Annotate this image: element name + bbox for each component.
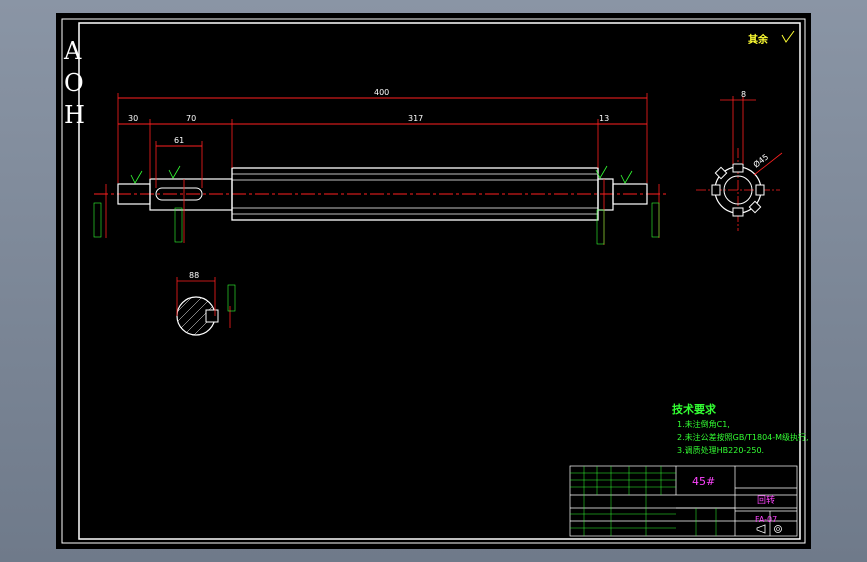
title-block-drawing-no: FA-07 xyxy=(755,515,777,524)
dim-seg1: 30 xyxy=(128,114,138,123)
drawing-canvas[interactable]: A O H 其余 400 30 70 317 13 61 8 Ø45 88 技术… xyxy=(56,13,811,549)
title-block-part-name: 回转 xyxy=(757,494,775,506)
tech-req-line-3: 3.调质处理HB220-250. xyxy=(677,445,764,455)
roughness-tick-icon xyxy=(130,170,143,184)
roughness-symbol-icon xyxy=(781,30,795,43)
dia-label-left xyxy=(93,202,102,238)
dim-key-length: 61 xyxy=(174,136,184,145)
keyway-section-view[interactable]: 88 xyxy=(166,271,236,343)
title-block-material: 45# xyxy=(692,475,715,488)
projection-symbol-icon xyxy=(756,524,782,534)
dim-tail: 8 xyxy=(741,90,746,99)
dim-section-width: 88 xyxy=(189,271,199,280)
tech-req-title: 技术要求 xyxy=(672,402,717,416)
cad-viewport: A O H 其余 400 30 70 317 13 61 8 Ø45 88 技术… xyxy=(0,0,867,562)
dia-label-journal xyxy=(174,207,183,243)
tolerance-label xyxy=(227,284,236,312)
spline-end-view[interactable]: 8 Ø45 xyxy=(696,90,783,231)
dim-seg2: 70 xyxy=(186,114,196,123)
side-code-h: H xyxy=(64,101,85,129)
surface-note: 其余 xyxy=(748,33,769,46)
roughness-tick-icon xyxy=(620,170,633,184)
side-code-o: O xyxy=(64,69,84,97)
drawing-sheet[interactable]: A O H 其余 400 30 70 317 13 61 8 Ø45 88 技术… xyxy=(56,13,811,549)
shaft-front-view[interactable]: 400 30 70 317 13 61 xyxy=(93,88,668,245)
dim-overall-length: 400 xyxy=(374,88,389,97)
tech-req-line-1: 1.未注倒角C1, xyxy=(677,419,730,429)
dim-seg4: 13 xyxy=(599,114,609,123)
tech-req-line-2: 2.未注公差按照GB/T1804-M级执行, xyxy=(677,432,809,442)
side-code-a: A xyxy=(63,37,82,65)
technical-requirements: 技术要求 1.未注倒角C1, 2.未注公差按照GB/T1804-M级执行, 3.… xyxy=(672,402,809,455)
dim-circle-diameter: Ø45 xyxy=(751,152,770,170)
roughness-tick-icon xyxy=(168,165,181,179)
dim-seg3: 317 xyxy=(408,114,423,123)
dia-label-right xyxy=(651,202,660,238)
